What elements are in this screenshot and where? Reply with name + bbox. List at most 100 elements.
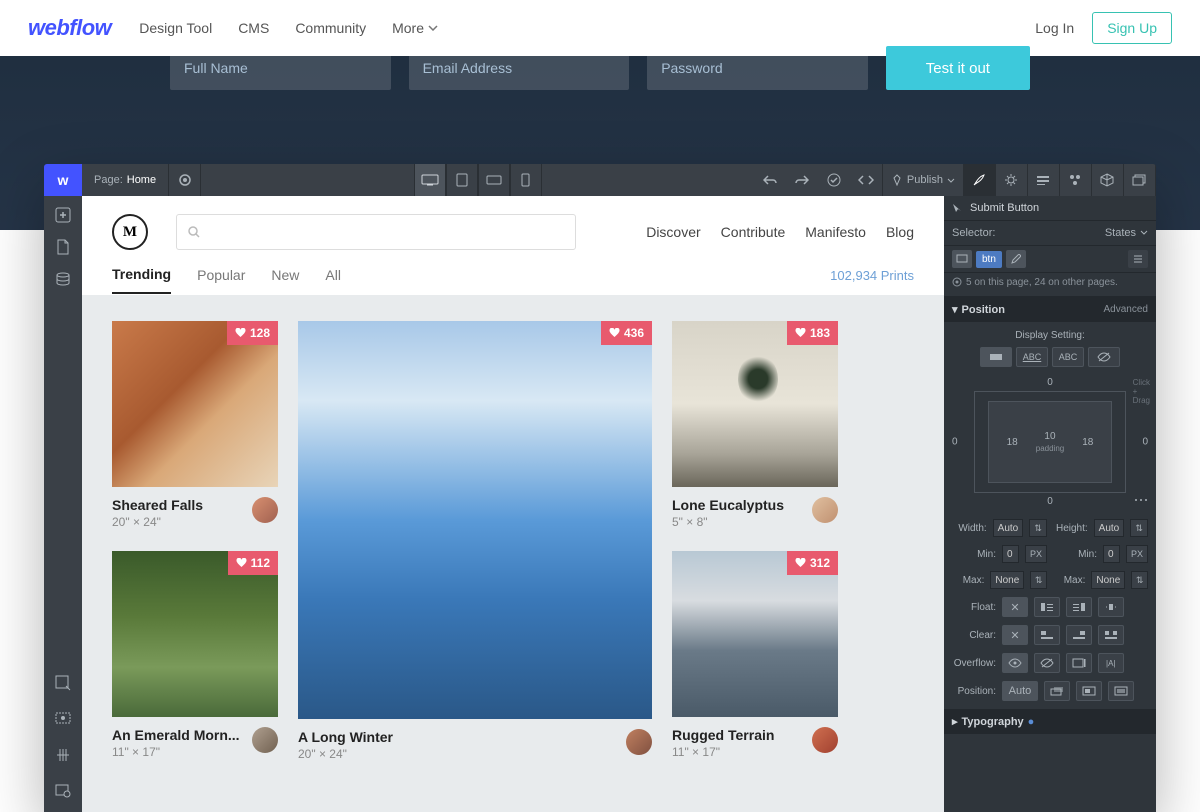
class-tag-btn[interactable]: btn: [976, 251, 1002, 268]
section-position[interactable]: ▾Position Advanced: [944, 297, 1156, 322]
site-nav-blog[interactable]: Blog: [886, 224, 914, 240]
preview-button[interactable]: [169, 164, 201, 196]
site-nav-contribute[interactable]: Contribute: [721, 224, 786, 240]
states-dropdown[interactable]: States: [1105, 227, 1148, 239]
avatar[interactable]: [252, 497, 278, 523]
device-tablet-landscape[interactable]: [478, 164, 510, 196]
email-field[interactable]: [409, 46, 630, 90]
clear-both[interactable]: [1098, 625, 1124, 645]
like-badge[interactable]: 312: [787, 551, 838, 575]
nav-link-design-tool[interactable]: Design Tool: [139, 20, 212, 36]
panel-tab-style[interactable]: [964, 164, 996, 196]
webflow-logo[interactable]: webflow: [28, 15, 111, 41]
tab-all[interactable]: All: [325, 267, 341, 293]
like-badge[interactable]: 436: [601, 321, 652, 345]
width-field[interactable]: Auto: [993, 519, 1024, 537]
float-left[interactable]: [1034, 597, 1060, 617]
device-tablet[interactable]: [446, 164, 478, 196]
undo-button[interactable]: [754, 164, 786, 196]
overflow-visible[interactable]: [1002, 653, 1028, 673]
edit-selector[interactable]: [1006, 250, 1026, 268]
advanced-toggle[interactable]: Advanced: [1104, 304, 1148, 315]
box-model-menu[interactable]: [1134, 497, 1148, 503]
avatar[interactable]: [812, 727, 838, 753]
webflow-badge[interactable]: w: [44, 164, 82, 196]
panel-tab-settings[interactable]: [996, 164, 1028, 196]
site-nav-discover[interactable]: Discover: [646, 224, 700, 240]
float-none[interactable]: ✕: [1002, 597, 1028, 617]
xray-button[interactable]: [50, 706, 76, 732]
clear-left[interactable]: [1034, 625, 1060, 645]
max-height-field[interactable]: None: [1091, 571, 1125, 589]
fullname-field[interactable]: [170, 46, 391, 90]
avatar[interactable]: [812, 497, 838, 523]
position-relative[interactable]: [1044, 681, 1070, 701]
position-absolute[interactable]: [1076, 681, 1102, 701]
height-stepper[interactable]: ⇅: [1130, 519, 1148, 537]
overflow-scroll[interactable]: [1066, 653, 1092, 673]
tab-new[interactable]: New: [271, 267, 299, 293]
audit-button[interactable]: [50, 778, 76, 804]
cms-button[interactable]: [50, 266, 76, 292]
site-nav-manifesto[interactable]: Manifesto: [805, 224, 866, 240]
display-block[interactable]: [980, 347, 1012, 367]
check-button[interactable]: [818, 164, 850, 196]
element-crumb[interactable]: Submit Button: [944, 196, 1156, 221]
like-badge[interactable]: 128: [227, 321, 278, 345]
tab-trending[interactable]: Trending: [112, 266, 171, 294]
code-button[interactable]: [850, 164, 882, 196]
float-center[interactable]: [1098, 597, 1124, 617]
avatar[interactable]: [252, 727, 278, 753]
page-selector[interactable]: Page: Home: [82, 164, 169, 196]
password-field[interactable]: [647, 46, 868, 90]
max-width-field[interactable]: None: [990, 571, 1024, 589]
card-rugged-terrain[interactable]: 312 Rugged Terrain11" × 17": [672, 551, 838, 759]
tab-popular[interactable]: Popular: [197, 267, 245, 293]
nav-link-community[interactable]: Community: [295, 20, 366, 36]
width-stepper[interactable]: ⇅: [1029, 519, 1047, 537]
nav-link-more[interactable]: More: [392, 20, 438, 36]
redo-button[interactable]: [786, 164, 818, 196]
section-typography[interactable]: ▸Typography●: [944, 709, 1156, 734]
position-auto[interactable]: Auto: [1002, 681, 1038, 701]
add-element-button[interactable]: [50, 202, 76, 228]
overflow-auto[interactable]: |A|: [1098, 653, 1124, 673]
clear-right[interactable]: [1066, 625, 1092, 645]
card-long-winter[interactable]: 436 A Long Winter20" × 24": [298, 321, 652, 761]
min-width-unit[interactable]: PX: [1025, 545, 1047, 563]
min-height-unit[interactable]: PX: [1126, 545, 1148, 563]
min-height-field[interactable]: 0: [1103, 545, 1120, 563]
display-inline[interactable]: ABC: [1052, 347, 1084, 367]
like-badge[interactable]: 183: [787, 321, 838, 345]
pages-button[interactable]: [50, 234, 76, 260]
guides-button[interactable]: [50, 742, 76, 768]
site-search[interactable]: [176, 214, 576, 250]
card-emerald-morning[interactable]: 112 An Emerald Morn...11" × 17": [112, 551, 278, 759]
card-sheared-falls[interactable]: 128 Sheared Falls20" × 24": [112, 321, 278, 529]
canvas[interactable]: M Discover Contribute Manifesto Blog Tre…: [82, 196, 944, 812]
panel-tab-assets[interactable]: [1092, 164, 1124, 196]
nav-link-cms[interactable]: CMS: [238, 20, 269, 36]
publish-dropdown[interactable]: Publish: [882, 164, 964, 196]
device-desktop[interactable]: [414, 164, 446, 196]
test-it-out-button[interactable]: Test it out: [886, 46, 1030, 90]
login-link[interactable]: Log In: [1035, 20, 1074, 36]
display-none[interactable]: [1088, 347, 1120, 367]
signup-button[interactable]: Sign Up: [1092, 12, 1172, 44]
avatar[interactable]: [626, 729, 652, 755]
navigator-button[interactable]: [50, 670, 76, 696]
card-lone-eucalyptus[interactable]: 183 Lone Eucalyptus5" × 8": [672, 321, 838, 529]
height-field[interactable]: Auto: [1094, 519, 1125, 537]
min-width-field[interactable]: 0: [1002, 545, 1019, 563]
clear-none[interactable]: ✕: [1002, 625, 1028, 645]
panel-tab-layout[interactable]: [1028, 164, 1060, 196]
max-width-stepper[interactable]: ⇅: [1030, 571, 1047, 589]
display-inline-block[interactable]: ABC: [1016, 347, 1048, 367]
max-height-stepper[interactable]: ⇅: [1131, 571, 1148, 589]
device-mobile[interactable]: [510, 164, 542, 196]
selector-menu[interactable]: [1128, 250, 1148, 268]
position-fixed[interactable]: [1108, 681, 1134, 701]
float-right[interactable]: [1066, 597, 1092, 617]
panel-tab-pages[interactable]: [1124, 164, 1156, 196]
box-model[interactable]: 0 0 0 0 18 10 padding 18 Click+Drag: [952, 377, 1148, 507]
